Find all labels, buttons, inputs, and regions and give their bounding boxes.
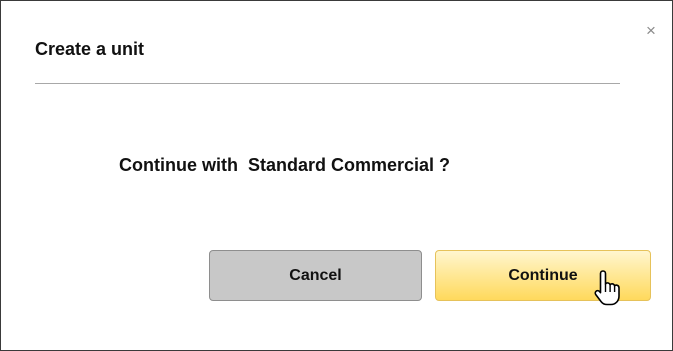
create-unit-dialog: × Create a unit Continue with Standard C…	[0, 0, 673, 351]
continue-button-label: Continue	[508, 266, 578, 284]
cancel-button[interactable]: Cancel	[209, 250, 422, 301]
title-divider	[35, 83, 620, 84]
close-icon[interactable]: ×	[642, 21, 660, 39]
cancel-button-label: Cancel	[289, 266, 342, 284]
confirmation-message: Continue with Standard Commercial ?	[119, 155, 451, 175]
hand-pointer-cursor-icon	[594, 270, 620, 306]
dialog-title: Create a unit	[35, 39, 145, 59]
